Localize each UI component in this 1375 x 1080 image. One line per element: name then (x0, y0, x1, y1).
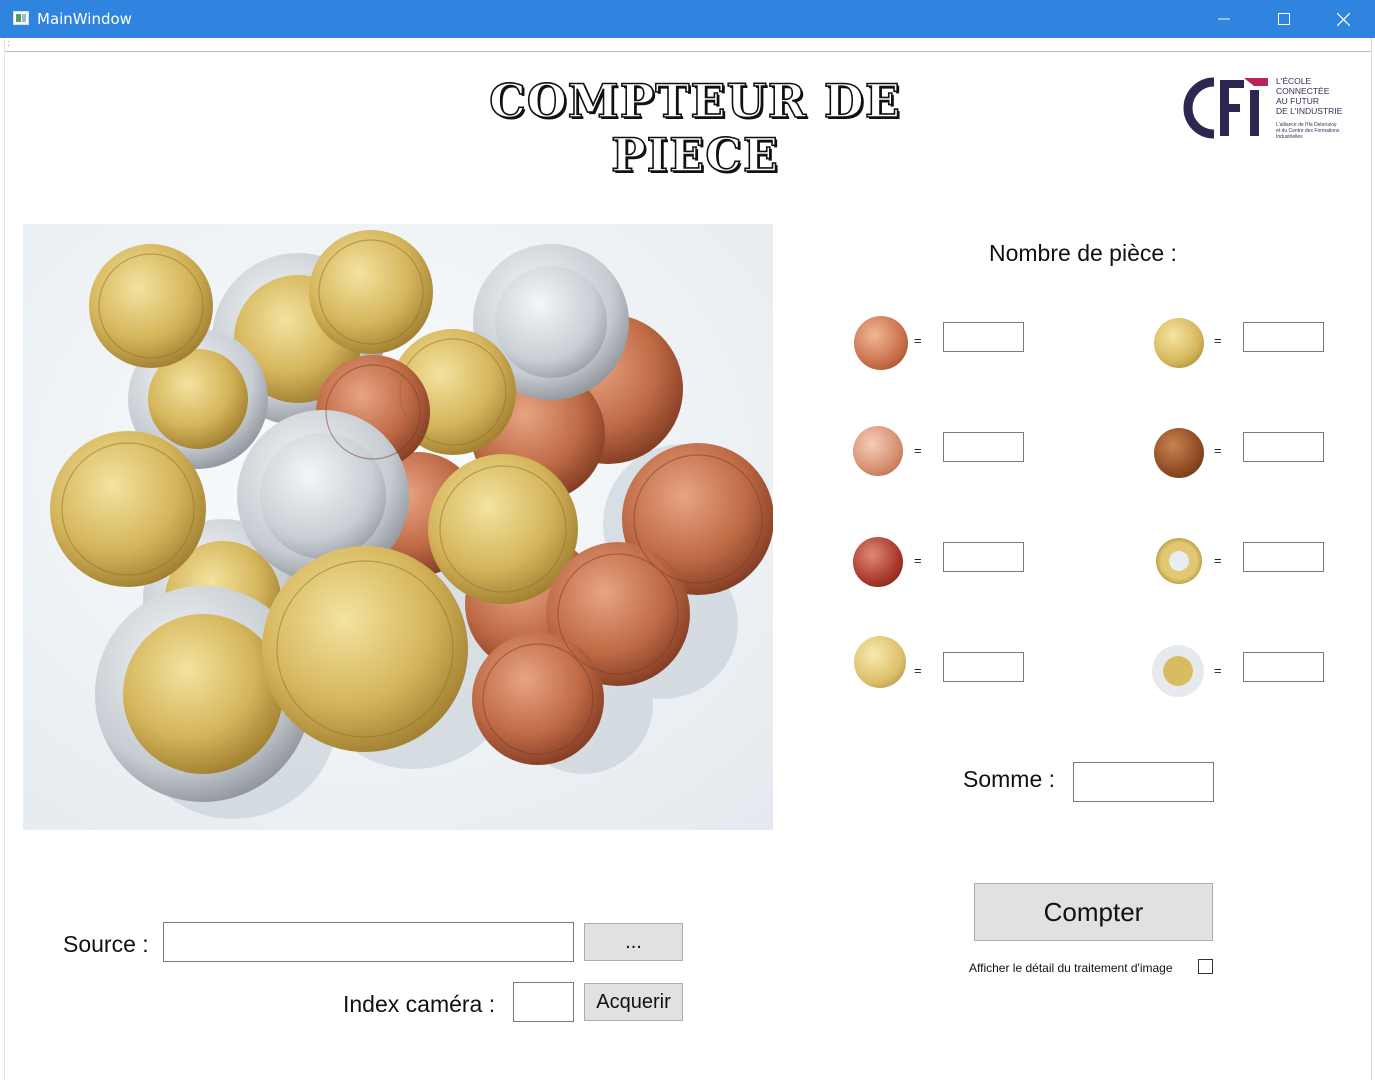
equals-sign: = (1214, 553, 1222, 568)
toolbar-grip-icon: · · (7, 37, 10, 50)
count-1-euro-field[interactable] (1243, 542, 1324, 572)
browse-button[interactable]: ... (584, 923, 683, 961)
equals-sign: = (1214, 333, 1222, 348)
coin-2-cent-icon (853, 426, 903, 476)
window-frame-right (1371, 38, 1375, 1080)
window-frame-left (0, 38, 5, 1080)
source-field[interactable] (163, 922, 574, 962)
acquire-button[interactable]: Acquerir (584, 983, 683, 1021)
maximize-button[interactable] (1255, 0, 1313, 38)
count-10-cent-field[interactable] (943, 652, 1024, 682)
cfi-logo: L'ÉCOLE CONNECTÉE AU FUTUR DE L'INDUSTRI… (1176, 72, 1346, 142)
coin-1-cent-icon (854, 316, 908, 370)
coin-20-cent-icon (1154, 318, 1204, 368)
coin-5-cent-icon (853, 537, 903, 587)
detail-label: Afficher le détail du traitement d'image (969, 961, 1173, 975)
count-1-cent-field[interactable] (943, 322, 1024, 352)
camera-index-label: Index caméra : (343, 991, 496, 1017)
count-50-cent-field[interactable] (1243, 432, 1324, 462)
camera-index-field[interactable] (513, 982, 574, 1022)
equals-sign: = (1214, 443, 1222, 458)
count-2-cent-field[interactable] (943, 432, 1024, 462)
count-20-cent-field[interactable] (1243, 322, 1324, 352)
detail-checkbox[interactable] (1198, 959, 1213, 974)
app-window-icon (13, 11, 29, 25)
coin-photo-illustration (23, 224, 773, 830)
coin-1-euro-icon (1156, 538, 1202, 584)
close-icon (1336, 12, 1350, 26)
equals-sign: = (1214, 663, 1222, 678)
coin-count-title: Nombre de pièce : (989, 240, 1177, 266)
coin-50-cent-icon (1154, 428, 1204, 478)
count-5-cent-field[interactable] (943, 542, 1024, 572)
minimize-icon (1218, 18, 1230, 20)
cfi-logo-mark (1183, 77, 1268, 139)
equals-sign: = (914, 333, 922, 348)
equals-sign: = (914, 553, 922, 568)
logo-tagline: L'ÉCOLE CONNECTÉE AU FUTUR DE L'INDUSTRI… (1276, 76, 1343, 116)
coin-2-euro-icon (1152, 645, 1204, 697)
count-2-euro-field[interactable] (1243, 652, 1324, 682)
logo-small-text: L'alliance de l'Ifa Delorozoy et du Cent… (1276, 122, 1340, 140)
equals-sign: = (914, 443, 922, 458)
sum-field[interactable] (1073, 762, 1214, 802)
menu-bar: · · (4, 38, 1371, 52)
close-button[interactable] (1314, 0, 1372, 38)
sum-label: Somme : (963, 766, 1056, 792)
coin-image (23, 224, 773, 830)
maximize-icon (1278, 13, 1290, 25)
page-title: COMPTEUR DE PIECE (488, 73, 901, 183)
window-titlebar: MainWindow (0, 0, 1375, 38)
minimize-button[interactable] (1195, 0, 1253, 38)
source-label: Source : (63, 931, 149, 957)
window-title: MainWindow (37, 10, 132, 28)
equals-sign: = (914, 663, 922, 678)
coin-10-cent-icon (854, 636, 906, 688)
compter-button[interactable]: Compter (974, 883, 1213, 941)
